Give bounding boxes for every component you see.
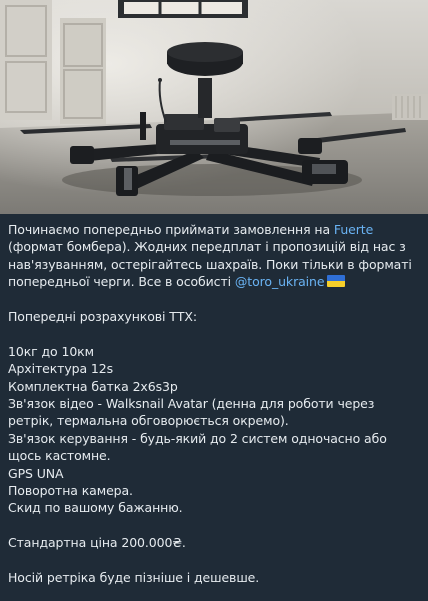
ukraine-flag-icon bbox=[327, 275, 346, 288]
specs-heading: Попередні розрахункові ТТХ: bbox=[8, 309, 197, 325]
spec-line: Комплектна батка 2х6s3p bbox=[8, 378, 178, 394]
intro-text-start: Починаємо попередньо приймати замовлення… bbox=[8, 222, 334, 237]
drone-photo[interactable] bbox=[0, 0, 428, 214]
intro-text-middle: (формат бомбера). Жодних передплат і про… bbox=[8, 239, 412, 290]
drone-photo-image bbox=[0, 0, 428, 214]
spec-line: Зв'язок керування - будь-який до 2 систе… bbox=[8, 430, 387, 464]
spec-line: Поворотна камера. bbox=[8, 483, 133, 499]
message-text: Починаємо попередньо приймати замовлення… bbox=[8, 221, 418, 586]
spec-line: GPS UNA bbox=[8, 465, 64, 481]
spec-line: Архітектура 12s bbox=[8, 361, 114, 377]
price-line: Стандартна ціна 200.000₴. bbox=[8, 535, 186, 551]
contact-link[interactable]: @toro_ukraine bbox=[235, 274, 325, 289]
spec-line: Скид по вашому бажанню. bbox=[8, 500, 183, 516]
spec-line: 10кг до 10км bbox=[8, 343, 94, 359]
footer-note: Носій ретріка буде пізніше і дешевше. bbox=[8, 570, 260, 586]
intro-paragraph: Починаємо попередньо приймати замовлення… bbox=[8, 221, 418, 291]
fuerte-link[interactable]: Fuerte bbox=[334, 222, 373, 237]
spec-line: Зв'язок відео - Walksnail Avatar (денна … bbox=[8, 396, 375, 429]
channel-post: Починаємо попередньо приймати замовлення… bbox=[0, 0, 428, 601]
